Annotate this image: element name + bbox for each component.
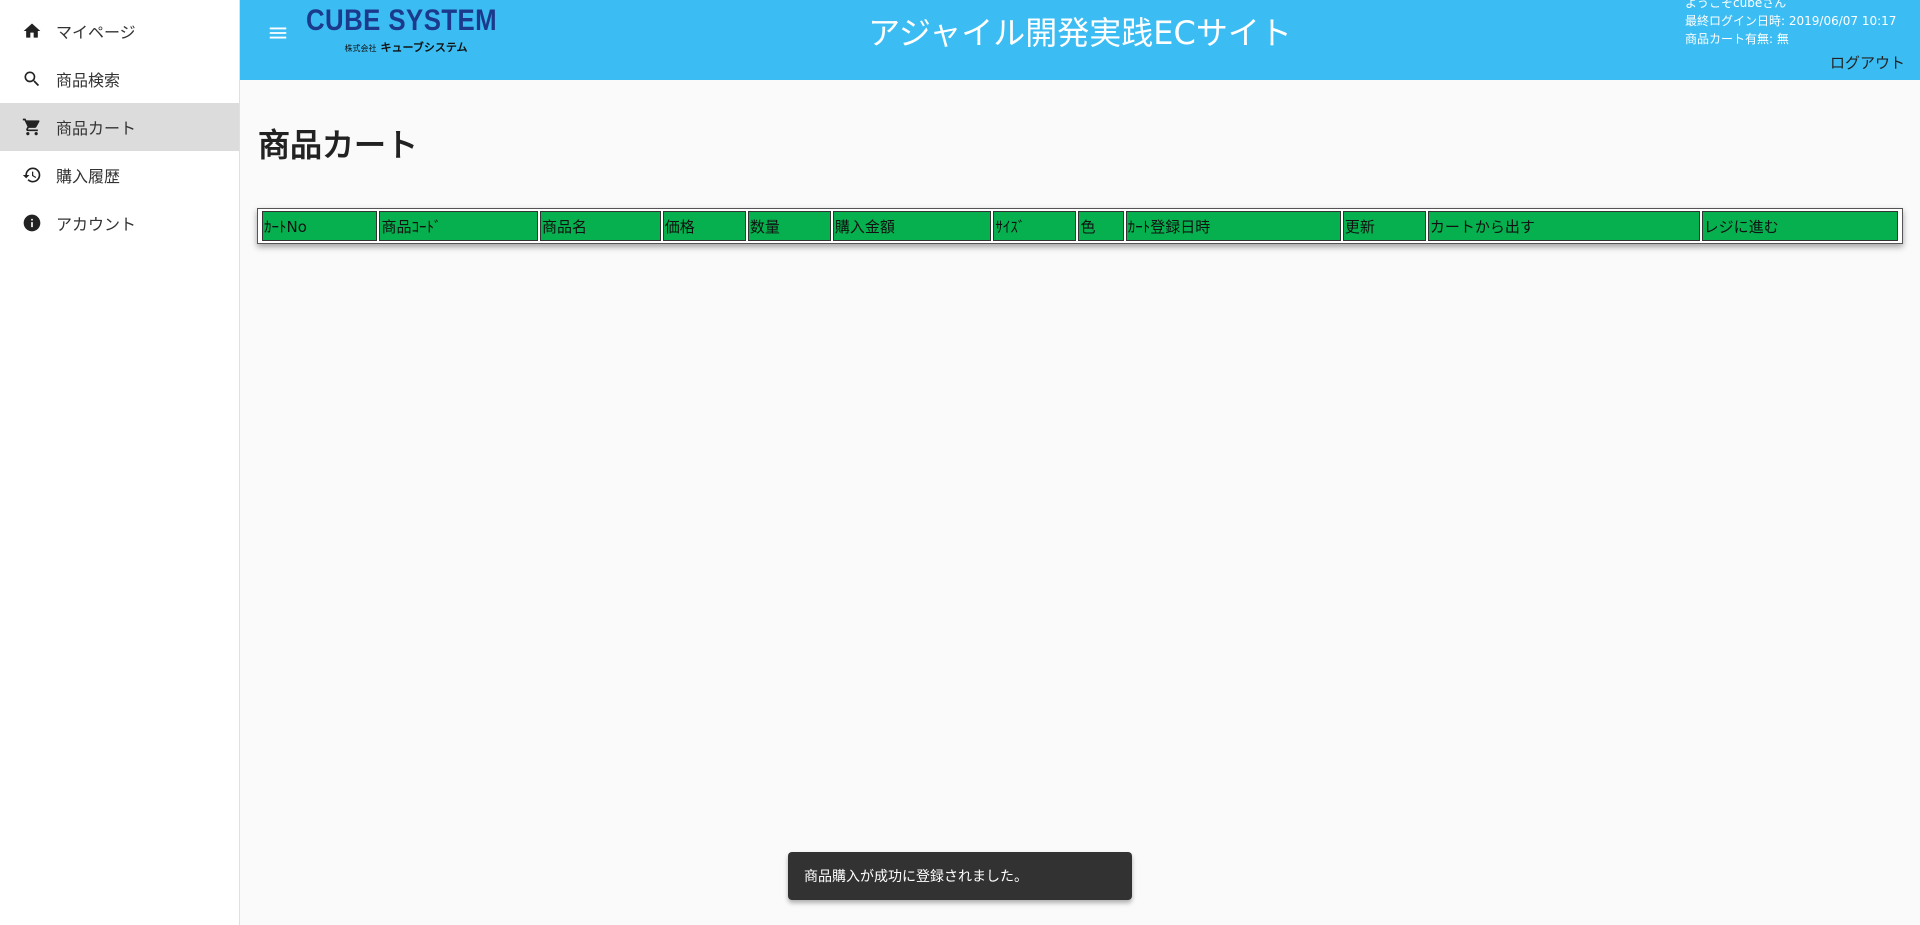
column-header-color: 色 [1078, 211, 1124, 241]
sidebar-item-mypage[interactable]: マイページ [0, 7, 239, 55]
welcome-text: ようこそcubeさん [1685, 0, 1787, 10]
sidebar-item-label: マイページ [56, 23, 136, 42]
column-header-quantity: 数量 [747, 211, 831, 241]
top-app-bar: CUBE SYSTEM 株式会社 キューブシステム アジャイル開発実践ECサイト … [240, 0, 1920, 80]
column-header-purchase-amount: 購入金額 [832, 211, 992, 241]
main-content: 商品カート ｶｰﾄNo 商品ｺｰﾄﾞ 商品名 価格 数量 購入金額 ｻｲｽﾞ 色… [240, 80, 1920, 925]
logout-link[interactable]: ログアウト [1830, 52, 1905, 73]
last-login-text: 最終ログイン日時: 2019/06/07 10:17 [1685, 14, 1897, 28]
snackbar-message: 商品購入が成功に登録されました。 [788, 852, 1132, 900]
column-header-checkout: レジに進む [1701, 211, 1898, 241]
sidebar-item-label: 購入履歴 [56, 167, 121, 186]
cart-table: ｶｰﾄNo 商品ｺｰﾄﾞ 商品名 価格 数量 購入金額 ｻｲｽﾞ 色 ｶｰﾄ登録… [260, 211, 1900, 241]
sidebar-item-purchase-history[interactable]: 購入履歴 [0, 151, 239, 199]
column-header-product-name: 商品名 [540, 211, 661, 241]
column-header-cart-registered-at: ｶｰﾄ登録日時 [1125, 211, 1341, 241]
column-header-remove-from-cart: カートから出す [1427, 211, 1700, 241]
info-icon [22, 213, 42, 233]
sidebar: マイページ 商品検索 商品カート 購入履歴 アカウント [0, 0, 240, 925]
sidebar-item-label: アカウント [56, 215, 137, 234]
page-title: 商品カート [258, 126, 419, 164]
cart-icon [22, 117, 42, 137]
user-info: ようこそcubeさん 最終ログイン日時: 2019/06/07 10:17 商品… [1685, 0, 1905, 48]
sidebar-item-product-search[interactable]: 商品検索 [0, 55, 239, 103]
column-header-price: 価格 [662, 211, 746, 241]
cart-status-text: 商品カート有無: 無 [1685, 32, 1789, 46]
column-header-size: ｻｲｽﾞ [993, 211, 1077, 241]
sidebar-item-label: 商品検索 [56, 71, 121, 90]
column-header-product-code: 商品ｺｰﾄﾞ [379, 211, 538, 241]
sidebar-item-account[interactable]: アカウント [0, 199, 239, 247]
column-header-cart-no: ｶｰﾄNo [262, 211, 378, 241]
cart-table-container: ｶｰﾄNo 商品ｺｰﾄﾞ 商品名 価格 数量 購入金額 ｻｲｽﾞ 色 ｶｰﾄ登録… [257, 208, 1903, 244]
sidebar-item-cart[interactable]: 商品カート [0, 103, 239, 151]
history-icon [22, 165, 42, 185]
column-header-update: 更新 [1342, 211, 1426, 241]
home-icon [22, 21, 42, 41]
sidebar-item-label: 商品カート [56, 119, 137, 138]
search-icon [22, 69, 42, 89]
app-title: アジャイル開発実践ECサイト [868, 14, 1292, 52]
table-header-row: ｶｰﾄNo 商品ｺｰﾄﾞ 商品名 価格 数量 購入金額 ｻｲｽﾞ 色 ｶｰﾄ登録… [262, 211, 1898, 241]
